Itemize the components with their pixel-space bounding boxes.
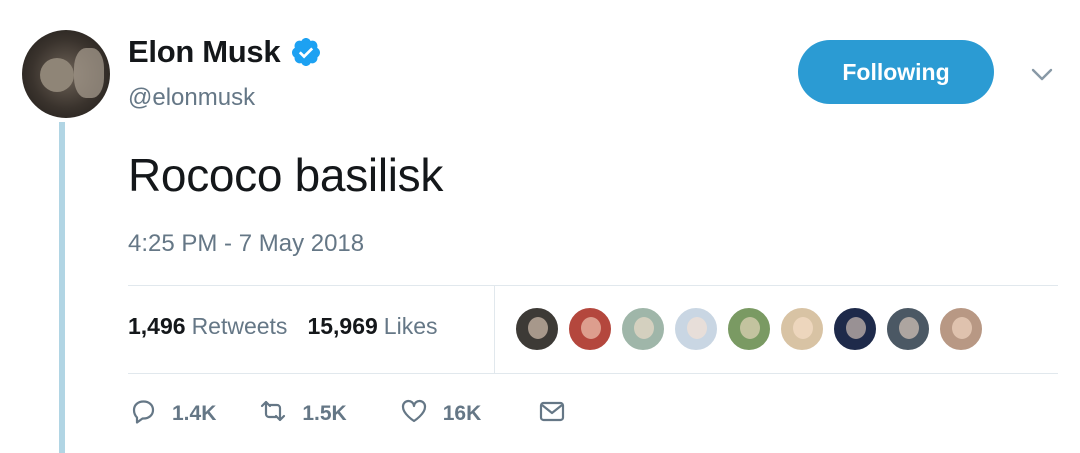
liker-avatar[interactable] [885,306,931,352]
liker-avatar[interactable] [726,306,772,352]
chevron-down-icon[interactable] [1028,62,1056,86]
liker-avatar[interactable] [673,306,719,352]
thread-line [59,122,65,453]
retweets-count: 1,496 [128,313,186,339]
likes-stat[interactable]: 15,969 Likes [307,313,437,340]
direct-message-button[interactable] [537,396,567,432]
author-name-row: Elon Musk [128,34,322,70]
likes-count: 15,969 [307,313,378,339]
liker-avatar[interactable] [514,306,560,352]
liker-avatar[interactable] [779,306,825,352]
envelope-icon [537,396,567,432]
heart-icon [399,396,429,432]
retweets-label: Retweets [191,313,288,339]
reply-button[interactable]: 1.4K [128,396,216,432]
liker-avatar[interactable] [620,306,666,352]
liker-avatar[interactable] [938,306,984,352]
like-button[interactable]: 16K [399,396,482,432]
liker-avatars [514,306,984,352]
avatar[interactable] [22,30,110,118]
tweet-actions: 1.4K 1.5K 16K [128,396,567,432]
display-name[interactable]: Elon Musk [128,34,281,70]
tweet-stats: 1,496 Retweets 15,969 Likes [128,313,438,340]
likes-label: Likes [383,313,438,339]
retweet-count: 1.5K [302,402,347,425]
reply-count: 1.4K [172,402,217,425]
liker-avatar[interactable] [567,306,613,352]
verified-badge-icon [290,36,322,68]
stats-vertical-divider [494,286,495,373]
retweets-stat[interactable]: 1,496 Retweets [128,313,287,340]
like-count: 16K [442,402,482,425]
reply-icon [128,396,158,432]
retweet-icon [258,396,288,432]
author-handle[interactable]: @elonmusk [128,84,255,112]
following-button[interactable]: Following [798,40,994,104]
stats-divider-bottom [128,373,1058,374]
stats-divider-top [128,285,1058,286]
tweet-text: Rococo basilisk [128,149,444,201]
retweet-button[interactable]: 1.5K [258,396,347,432]
tweet-timestamp[interactable]: 4:25 PM - 7 May 2018 [128,230,364,258]
liker-avatar[interactable] [832,306,878,352]
